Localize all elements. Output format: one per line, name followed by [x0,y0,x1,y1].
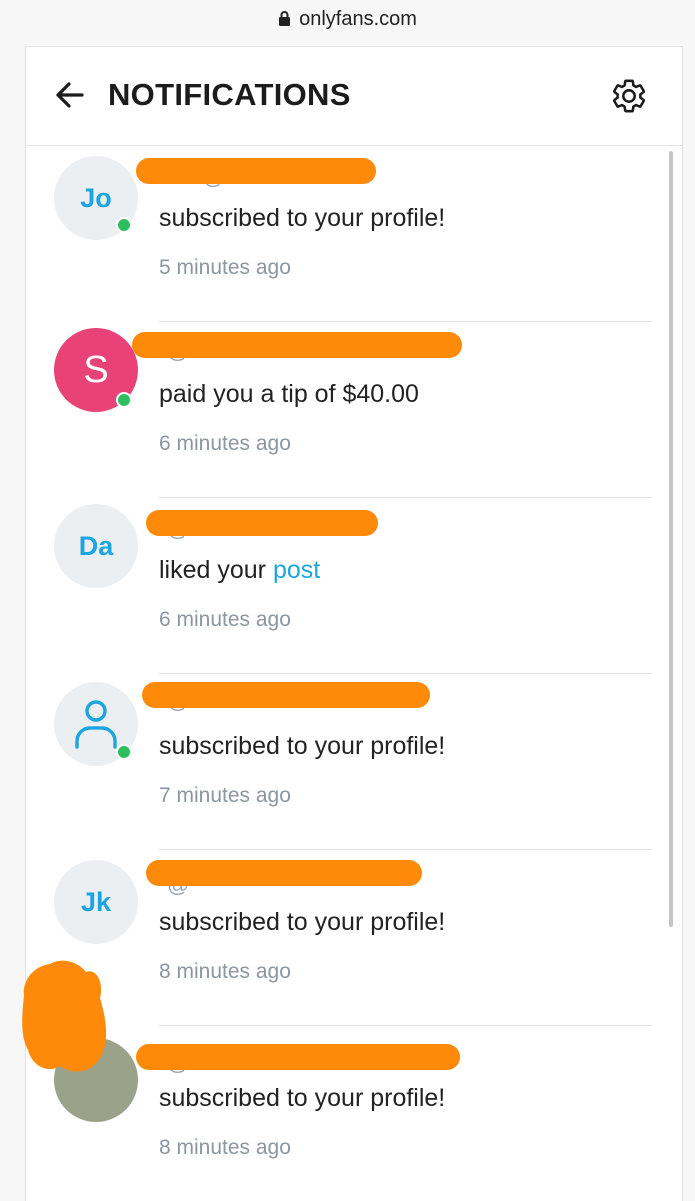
notification-message: liked your post [159,556,320,585]
online-status-dot [116,392,132,408]
redaction-mark [146,510,378,536]
message-text: subscribed to your profile! [159,1084,446,1112]
redaction-mark [142,682,430,708]
redaction-mark [146,860,422,886]
notification-message: subscribed to your profile! [159,204,445,233]
notification-item[interactable]: S @u paid you a tip of $40.00 6 minutes … [26,322,682,498]
message-text: subscribed to your profile! [159,204,446,232]
avatar[interactable]: Jk [54,860,138,944]
message-text: paid you a tip of $40.00 [159,380,419,408]
message-text: subscribed to your profile! [159,908,446,936]
page-title: NOTIFICATIONS [108,77,351,112]
post-link[interactable]: post [273,556,320,584]
notification-message: subscribed to your profile! [159,908,445,937]
back-button[interactable] [52,79,88,111]
avatar-initials: Jo [80,182,112,213]
lock-icon [278,10,291,33]
notification-time: 7 minutes ago [159,784,291,807]
online-status-dot [116,744,132,760]
redaction-mark [136,158,376,184]
avatar-initials: Jk [80,886,112,917]
browser-address-bar[interactable]: onlyfans.com [0,0,695,46]
redaction-mark [22,960,106,1072]
avatar-initials: S [83,348,109,391]
redaction-mark [132,332,462,358]
settings-button[interactable] [610,77,648,115]
notification-message: paid you a tip of $40.00 [159,380,419,409]
notification-item[interactable]: @u subscribed to your profile! 7 minutes… [26,674,682,850]
message-text: liked your [159,556,273,584]
avatar-initials: Da [78,530,114,561]
notification-time: 6 minutes ago [159,608,291,631]
avatar[interactable]: Da [54,504,138,588]
notification-time: 8 minutes ago [159,960,291,983]
notification-item[interactable]: Da @ liked your post 6 minutes ago [26,498,682,674]
notification-time: 8 minutes ago [159,1136,291,1159]
notification-item[interactable]: Jk @ subscribed to your profile! 8 minut… [26,850,682,1026]
scrollbar[interactable] [669,151,673,927]
user-icon [75,700,117,749]
page-header: NOTIFICATIONS [26,47,682,146]
notification-time: 6 minutes ago [159,432,291,455]
message-text: subscribed to your profile! [159,732,446,760]
gear-icon [612,79,646,113]
redaction-mark [136,1044,460,1070]
url-text: onlyfans.com [299,8,417,30]
arrow-left-icon [56,82,84,108]
notification-message: subscribed to your profile! [159,1084,445,1113]
notifications-page: NOTIFICATIONS Jo Jon@u subscribed to you… [25,46,683,1201]
notification-message: subscribed to your profile! [159,732,445,761]
notification-time: 5 minutes ago [159,256,291,279]
notification-item[interactable]: @ subscribed to your profile! 8 minutes … [26,1026,682,1201]
online-status-dot [116,217,132,233]
notification-item[interactable]: Jo Jon@u subscribed to your profile! 5 m… [26,146,682,322]
url-display[interactable]: onlyfans.com [0,8,695,33]
